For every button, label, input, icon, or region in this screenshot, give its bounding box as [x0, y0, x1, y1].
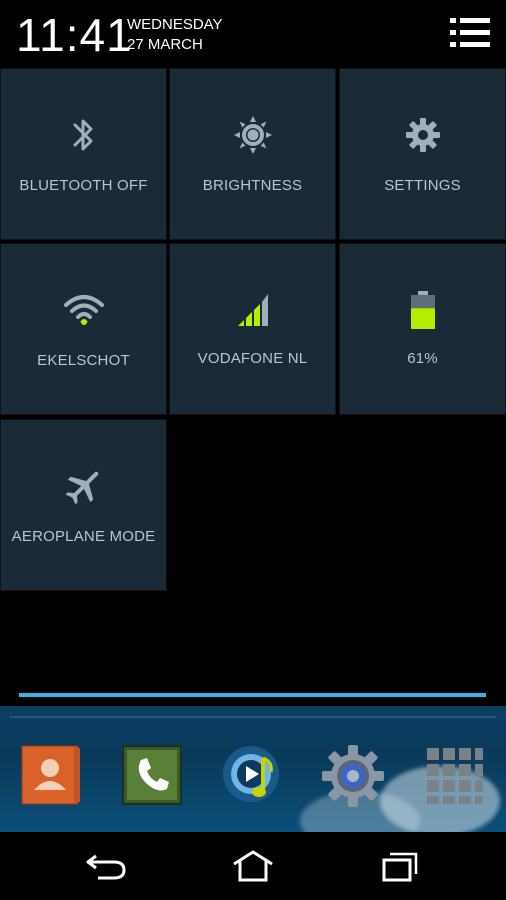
signal-icon [231, 288, 275, 332]
back-icon [86, 854, 126, 880]
dock-divider [10, 716, 496, 718]
tile-label: AEROPLANE MODE [11, 528, 156, 545]
bluetooth-icon [62, 113, 106, 157]
home-button[interactable] [230, 848, 274, 884]
recent-apps-button[interactable] [380, 848, 424, 884]
tile-label: BLUETOOTH OFF [19, 177, 148, 194]
day-label: WEDNESDAY [127, 16, 223, 33]
tile-settings[interactable]: SETTINGS [339, 68, 506, 240]
list-menu-icon [450, 18, 490, 47]
settings-app[interactable] [321, 744, 384, 807]
accent-divider [19, 693, 486, 697]
tile-brightness[interactable]: BRIGHTNESS [169, 68, 336, 240]
phone-app[interactable] [121, 744, 183, 806]
back-button[interactable] [84, 848, 128, 884]
tile-label: 61% [407, 350, 438, 367]
contacts-app[interactable] [20, 744, 82, 806]
clock: 11:41 [16, 9, 133, 61]
status-header: 11:41 WEDNESDAY 27 MARCH [0, 0, 506, 68]
tile-wifi[interactable]: EKELSCHOT [0, 243, 167, 415]
tile-mobile-network[interactable]: VODAFONE NL [169, 243, 336, 415]
phone-icon [122, 745, 182, 805]
battery-icon [401, 288, 445, 332]
gear-icon [401, 113, 445, 157]
tile-aeroplane-mode[interactable]: AEROPLANE MODE [0, 419, 167, 591]
recent-apps-icon [382, 852, 418, 882]
wifi-icon [62, 288, 106, 332]
brightness-icon [231, 113, 275, 157]
home-dock [0, 706, 506, 832]
tile-label: SETTINGS [384, 177, 461, 194]
airplane-icon [62, 464, 106, 508]
date-label: 27 MARCH [127, 36, 203, 53]
tile-label: BRIGHTNESS [202, 177, 303, 194]
app-drawer[interactable] [423, 744, 485, 806]
music-player-app[interactable] [221, 744, 283, 806]
list-menu-button[interactable] [450, 16, 490, 50]
tile-label: EKELSCHOT [37, 352, 130, 369]
navigation-bar [0, 832, 506, 900]
home-icon [233, 850, 273, 882]
date-block: WEDNESDAY 27 MARCH [127, 15, 223, 55]
music-player-icon [223, 746, 279, 802]
settings-app-icon [322, 745, 384, 807]
tile-bluetooth[interactable]: BLUETOOTH OFF [0, 68, 167, 240]
app-drawer-icon [427, 748, 483, 804]
tile-battery[interactable]: 61% [339, 243, 506, 415]
tile-label: VODAFONE NL [197, 350, 308, 367]
contacts-icon [21, 745, 80, 805]
